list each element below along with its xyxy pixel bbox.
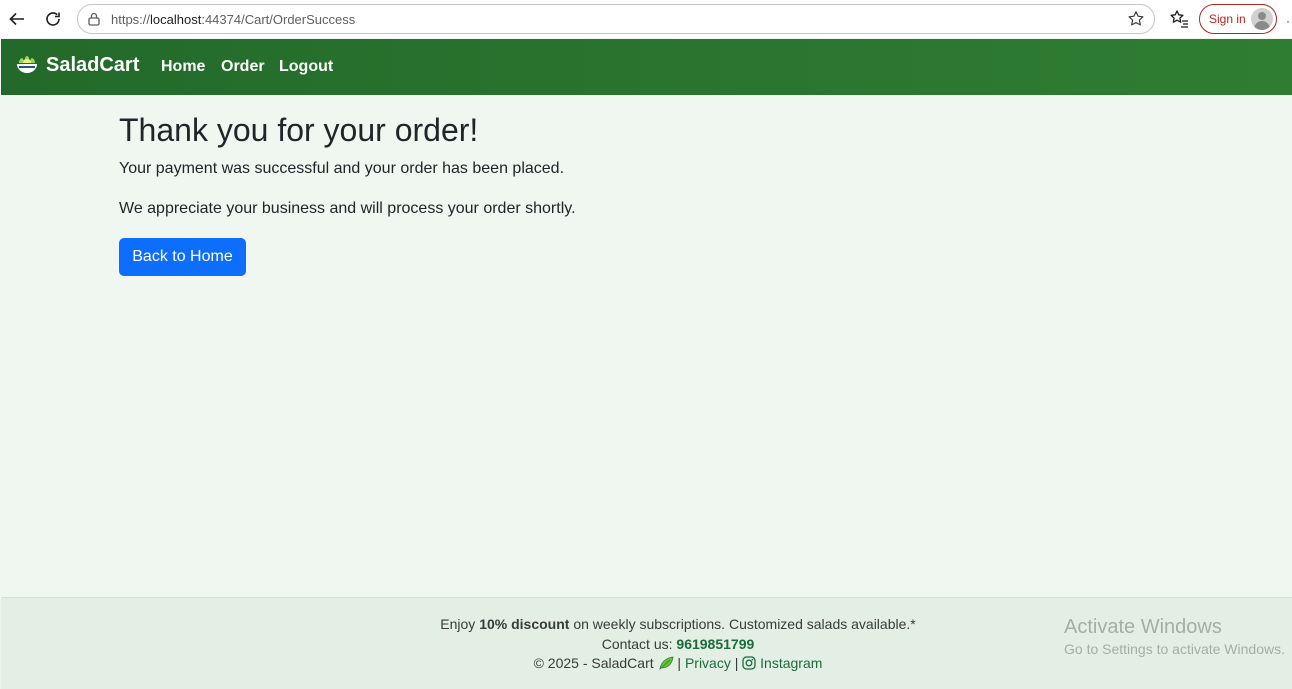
more-options-icon[interactable]: ·: [1286, 14, 1290, 28]
url-path: :44374/Cart/OrderSuccess: [201, 12, 356, 27]
back-to-home-button[interactable]: Back to Home: [119, 238, 246, 276]
watermark-subtitle: Go to Settings to activate Windows.: [1064, 641, 1285, 657]
contact-label: Contact us:: [601, 636, 677, 652]
payment-success-message: Your payment was successful and your ord…: [119, 160, 565, 177]
brand-name: SaladCart: [46, 53, 140, 76]
promo-suffix: on weekly subscriptions. Customized sala…: [569, 616, 916, 632]
url-prefix: https://: [111, 12, 151, 27]
avatar: [1251, 8, 1273, 30]
browser-toolbar: https://localhost:44374/Cart/OrderSucces…: [0, 0, 1292, 38]
site-navbar: SaladCart Home Order Logout: [1, 39, 1292, 95]
copyright-text: © 2025 - SaladCart: [533, 655, 654, 671]
brand-link[interactable]: SaladCart: [15, 53, 139, 77]
privacy-link[interactable]: Privacy: [685, 655, 731, 671]
leaf-icon: [658, 656, 674, 671]
activate-windows-watermark: Activate Windows Go to Settings to activ…: [1064, 616, 1285, 657]
favorite-star-icon[interactable]: [1127, 10, 1145, 28]
page-title: Thank you for your order!: [119, 112, 479, 148]
address-bar[interactable]: https://localhost:44374/Cart/OrderSucces…: [77, 4, 1155, 34]
url-text: https://localhost:44374/Cart/OrderSucces…: [111, 12, 355, 27]
sign-in-button[interactable]: Sign in: [1199, 4, 1277, 34]
url-host: localhost: [150, 12, 202, 27]
instagram-icon: [742, 656, 756, 670]
instagram-label: Instagram: [760, 655, 823, 671]
promo-prefix: Enjoy: [440, 616, 480, 632]
processing-message: We appreciate your business and will pro…: [119, 200, 576, 217]
nav-logout-link[interactable]: Logout: [279, 58, 333, 76]
promo-discount: 10% discount: [479, 616, 570, 632]
reload-icon[interactable]: [41, 7, 65, 31]
watermark-title: Activate Windows: [1064, 616, 1222, 638]
nav-order-link[interactable]: Order: [221, 58, 265, 76]
separator: |: [734, 655, 739, 671]
separator: |: [677, 655, 682, 671]
salad-bowl-icon: [15, 53, 39, 77]
back-arrow-icon[interactable]: [5, 7, 29, 31]
copyright-line: © 2025 - SaladCart | Privacy | Instagram: [1, 655, 1292, 671]
favorites-list-icon[interactable]: [1168, 8, 1190, 30]
instagram-link[interactable]: Instagram: [742, 655, 822, 671]
sign-in-label: Sign in: [1209, 12, 1246, 26]
order-success-content: Thank you for your order! Your payment w…: [119, 110, 576, 276]
nav-home-link[interactable]: Home: [161, 58, 205, 76]
lock-icon[interactable]: [86, 11, 102, 27]
phone-link[interactable]: 9619851799: [676, 636, 754, 652]
